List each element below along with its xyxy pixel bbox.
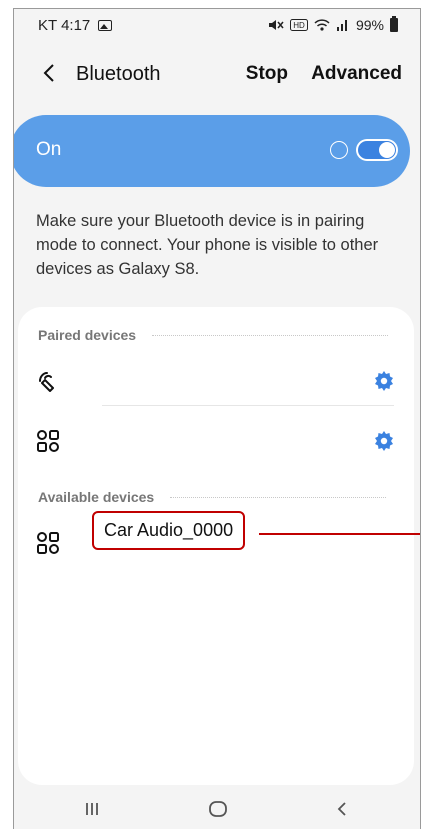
gear-icon[interactable] bbox=[372, 369, 396, 393]
device-grid-icon bbox=[37, 430, 59, 452]
navigation-bar bbox=[14, 787, 420, 829]
carrier-time: KT 4:17 bbox=[38, 17, 91, 34]
signal-icon bbox=[336, 20, 347, 31]
switch-knob bbox=[379, 142, 395, 158]
svg-text:HD: HD bbox=[293, 21, 305, 30]
car-audio-device-name[interactable]: Car Audio_0000 bbox=[92, 511, 246, 550]
bluetooth-toggle-bar[interactable]: On bbox=[14, 115, 410, 187]
recents-icon[interactable] bbox=[78, 795, 106, 823]
back-arrow-icon[interactable] bbox=[38, 61, 62, 85]
status-bar: KT 4:17 HD 99% bbox=[14, 9, 420, 41]
battery-icon bbox=[390, 16, 398, 32]
bluetooth-switch[interactable] bbox=[356, 139, 398, 161]
row-divider bbox=[102, 405, 394, 406]
toggle-label: On bbox=[36, 139, 62, 160]
home-icon[interactable] bbox=[204, 795, 232, 823]
headset-icon bbox=[39, 372, 54, 392]
phone-screen: KT 4:17 HD 99% Bluetooth Stop Advanced O… bbox=[13, 8, 421, 829]
gallery-icon bbox=[98, 20, 113, 31]
title-bar: Bluetooth Stop Advanced bbox=[14, 49, 420, 99]
wifi-icon bbox=[314, 19, 330, 31]
back-nav-icon[interactable] bbox=[328, 795, 356, 823]
advanced-button[interactable]: Advanced bbox=[311, 63, 402, 85]
paired-device-row-2[interactable] bbox=[18, 415, 414, 467]
page-title: Bluetooth bbox=[76, 63, 161, 85]
available-devices-header: Available devices bbox=[38, 489, 387, 505]
gear-icon[interactable] bbox=[372, 429, 396, 453]
pairing-info-text: Make sure your Bluetooth device is in pa… bbox=[36, 212, 379, 278]
stop-button[interactable]: Stop bbox=[246, 63, 288, 85]
status-right: HD 99% bbox=[268, 16, 398, 33]
section-divider bbox=[152, 334, 389, 336]
callout-line bbox=[259, 533, 420, 535]
paired-device-row-1[interactable] bbox=[18, 355, 414, 407]
battery-percent: 99% bbox=[355, 17, 384, 33]
available-devices-label: Available devices bbox=[38, 489, 155, 505]
section-divider bbox=[170, 496, 387, 498]
screenshot-frame: KT 4:17 HD 99% Bluetooth Stop Advanced O… bbox=[0, 0, 426, 829]
hd-icon: HD bbox=[289, 19, 308, 31]
scan-progress-icon bbox=[330, 141, 348, 159]
status-left: KT 4:17 bbox=[38, 17, 113, 34]
device-grid-icon bbox=[37, 532, 59, 554]
mute-icon bbox=[268, 20, 284, 30]
switch-track bbox=[358, 141, 396, 159]
paired-devices-header: Paired devices bbox=[38, 327, 389, 343]
paired-devices-label: Paired devices bbox=[38, 327, 137, 343]
